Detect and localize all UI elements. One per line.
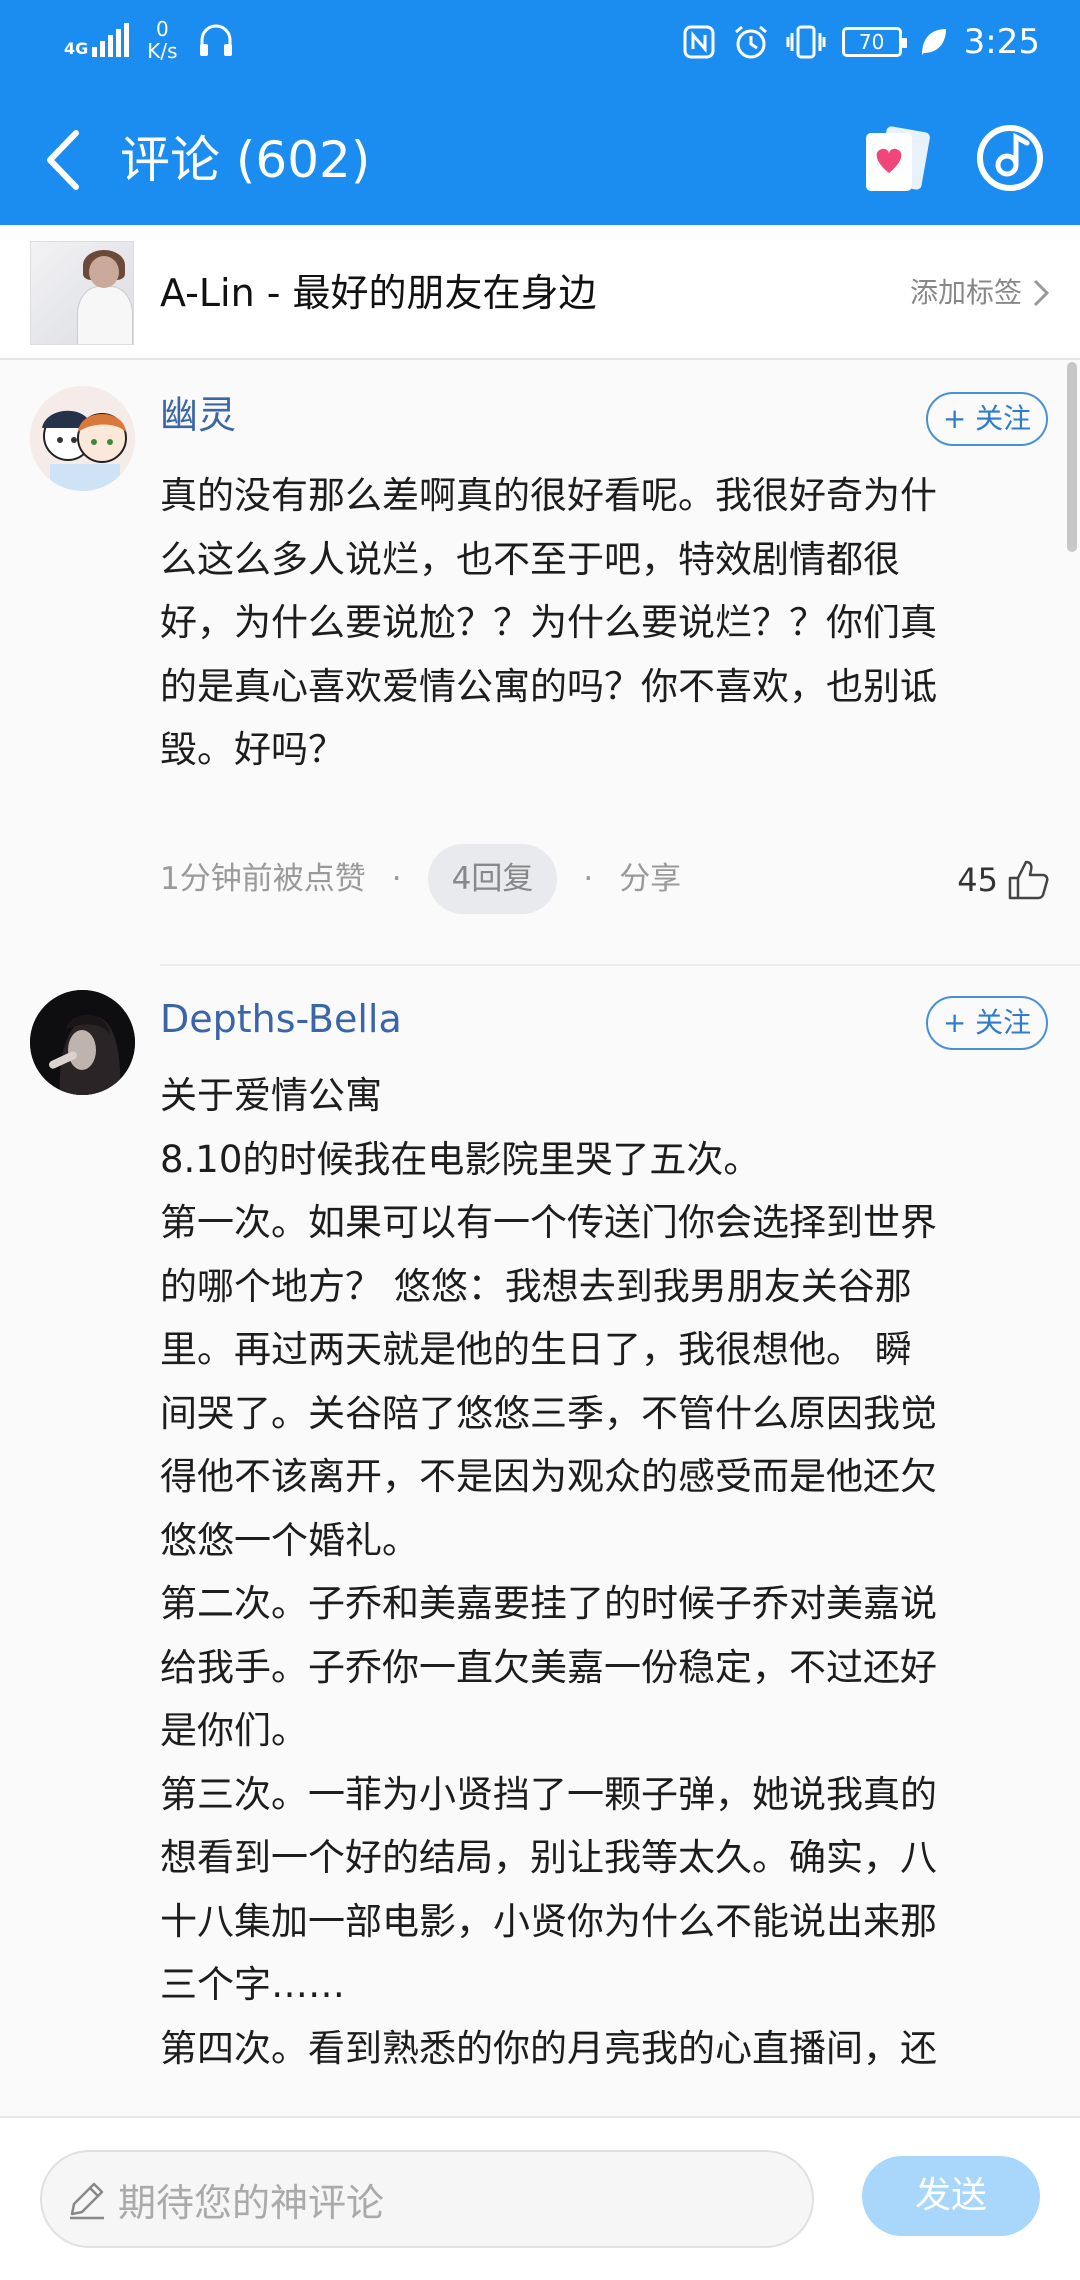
comment-line: 好，为什么要说尬？？为什么要说烂？？你们真 [160, 601, 937, 644]
comment-text: 关于爱情公寓 8.10的时候我在电影院里哭了五次。 第一次。如果可以有一个传送门… [160, 1064, 1050, 2080]
follow-button[interactable]: + 关注 [926, 392, 1048, 446]
comment-text: 真的没有那么差啊真的很好看呢。我很好奇为什 么这么多人说烂，也不至于吧，特效剧情… [160, 464, 1050, 782]
header: 评论 (602) [0, 95, 1080, 225]
comment-item: 幽灵 + 关注 真的没有那么差啊真的很好看呢。我很好奇为什 么这么多人说烂，也不… [0, 362, 1080, 966]
nfc-icon [683, 25, 715, 59]
comment-line: 十八集加一部电影，小贤你为什么不能说出来那 [160, 1899, 937, 1943]
comment-meta: 1分钟前被点赞 · 4回复 · 分享 [160, 844, 681, 914]
network-speed-value: 0 [156, 17, 169, 41]
comment-time: 1分钟前被点赞 [160, 861, 366, 897]
comment-line: 第一次。如果可以有一个传送门你会选择到世界 [160, 1201, 937, 1244]
album-cover[interactable] [30, 241, 134, 345]
page-title: 评论 (602) [120, 131, 371, 189]
reply-button[interactable]: 4回复 [427, 844, 558, 914]
comment-username[interactable]: 幽灵 [160, 390, 236, 440]
comment-line: 第二次。子乔和美嘉要挂了的时候子乔对美嘉说 [160, 1582, 937, 1625]
comment-line: 给我手。子乔你一直欠美嘉一份稳定，不过还好 [160, 1645, 937, 1689]
alarm-icon [734, 25, 767, 59]
vibrate-icon [786, 25, 826, 59]
status-time: 3:25 [963, 22, 1040, 62]
comment-line: 的哪个地方？ 悠悠：我想去到我男朋友关谷那 [160, 1264, 912, 1308]
avatar[interactable] [30, 990, 135, 1095]
comment-line: 三个字…… [160, 1963, 345, 2006]
back-icon[interactable] [36, 125, 96, 195]
network-speed: 0 K/s [147, 18, 177, 62]
song-info-bar[interactable]: A-Lin - 最好的朋友在身边 添加标签 [0, 225, 1080, 360]
status-right: 70 3:25 [682, 22, 1040, 62]
leaf-icon [921, 29, 946, 55]
chevron-right-icon [1033, 279, 1050, 307]
music-disc-icon[interactable] [975, 123, 1045, 193]
network-speed-unit: K/s [147, 39, 178, 63]
comment-line: 的是真心喜欢爱情公寓的吗？你不喜欢，也别诋 [160, 664, 937, 708]
avatar[interactable] [30, 386, 135, 491]
comment-placeholder: 期待您的神评论 [118, 2180, 385, 2225]
status-left: 4G 0 K/s [64, 18, 236, 62]
comment-line: 是你们。 [160, 1709, 308, 1752]
comment-line: 毁。好吗？ [160, 728, 345, 771]
add-tag-link[interactable]: 添加标签 [910, 273, 1050, 313]
comment-username[interactable]: Depths-Bella [160, 994, 402, 1044]
send-button[interactable]: 发送 [862, 2156, 1040, 2236]
headphones-icon [199, 24, 232, 56]
comment-line: 想看到一个好的结局，别让我等太久。确实，八 [160, 1836, 937, 1879]
comment-line: 第三次。一菲为小贤挡了一颗子弹，她说我真的 [160, 1772, 937, 1816]
comment-line: 关于爱情公寓 [160, 1074, 382, 1117]
comment-line: 间哭了。关谷陪了悠悠三季，不管什么原因我觉 [160, 1391, 937, 1435]
song-title: A-Lin - 最好的朋友在身边 [160, 271, 597, 315]
meta-separator: · [583, 861, 594, 897]
battery-icon: 70 [841, 27, 907, 57]
share-button[interactable]: 分享 [619, 844, 681, 914]
comment-line: 真的没有那么差啊真的很好看呢。我很好奇为什 [160, 474, 937, 517]
pen-icon [70, 2182, 104, 2220]
comment-line: 里。再过两天就是他的生日了，我很想他。 瞬 [160, 1328, 912, 1371]
signal-group: 4G [64, 23, 130, 58]
comment-line: 第四次。看到熟悉的你的月亮我的心直播间，还 [160, 2026, 937, 2070]
comment-line: 8.10的时候我在电影院里哭了五次。 [160, 1137, 761, 1181]
battery-level: 70 [858, 30, 885, 54]
comment-line: 悠悠一个婚礼。 [160, 1518, 419, 1562]
network-type: 4G [64, 39, 89, 58]
comment-line: 么这么多人说烂，也不至于吧，特效剧情都很 [160, 537, 900, 581]
comment-item: Depths-Bella + 关注 关于爱情公寓 8.10的时候我在电影院里哭了… [0, 966, 1080, 2116]
thumbs-up-icon [1008, 860, 1049, 900]
meta-separator: · [391, 861, 402, 897]
status-bar: 4G 0 K/s 70 3:25 [0, 0, 1080, 95]
like-count: 45 [957, 861, 998, 899]
comment-input[interactable]: 期待您的神评论 [40, 2150, 814, 2248]
follow-button[interactable]: + 关注 [926, 996, 1048, 1050]
add-tag-label: 添加标签 [909, 276, 1022, 309]
comment-composer: 期待您的神评论 发送 [0, 2116, 1080, 2280]
signal-icon [92, 23, 130, 57]
heart-card-icon[interactable] [860, 123, 932, 195]
like-button[interactable]: 45 [957, 850, 1050, 910]
comment-line: 得他不该离开，不是因为观众的感受而是他还欠 [160, 1455, 937, 1498]
